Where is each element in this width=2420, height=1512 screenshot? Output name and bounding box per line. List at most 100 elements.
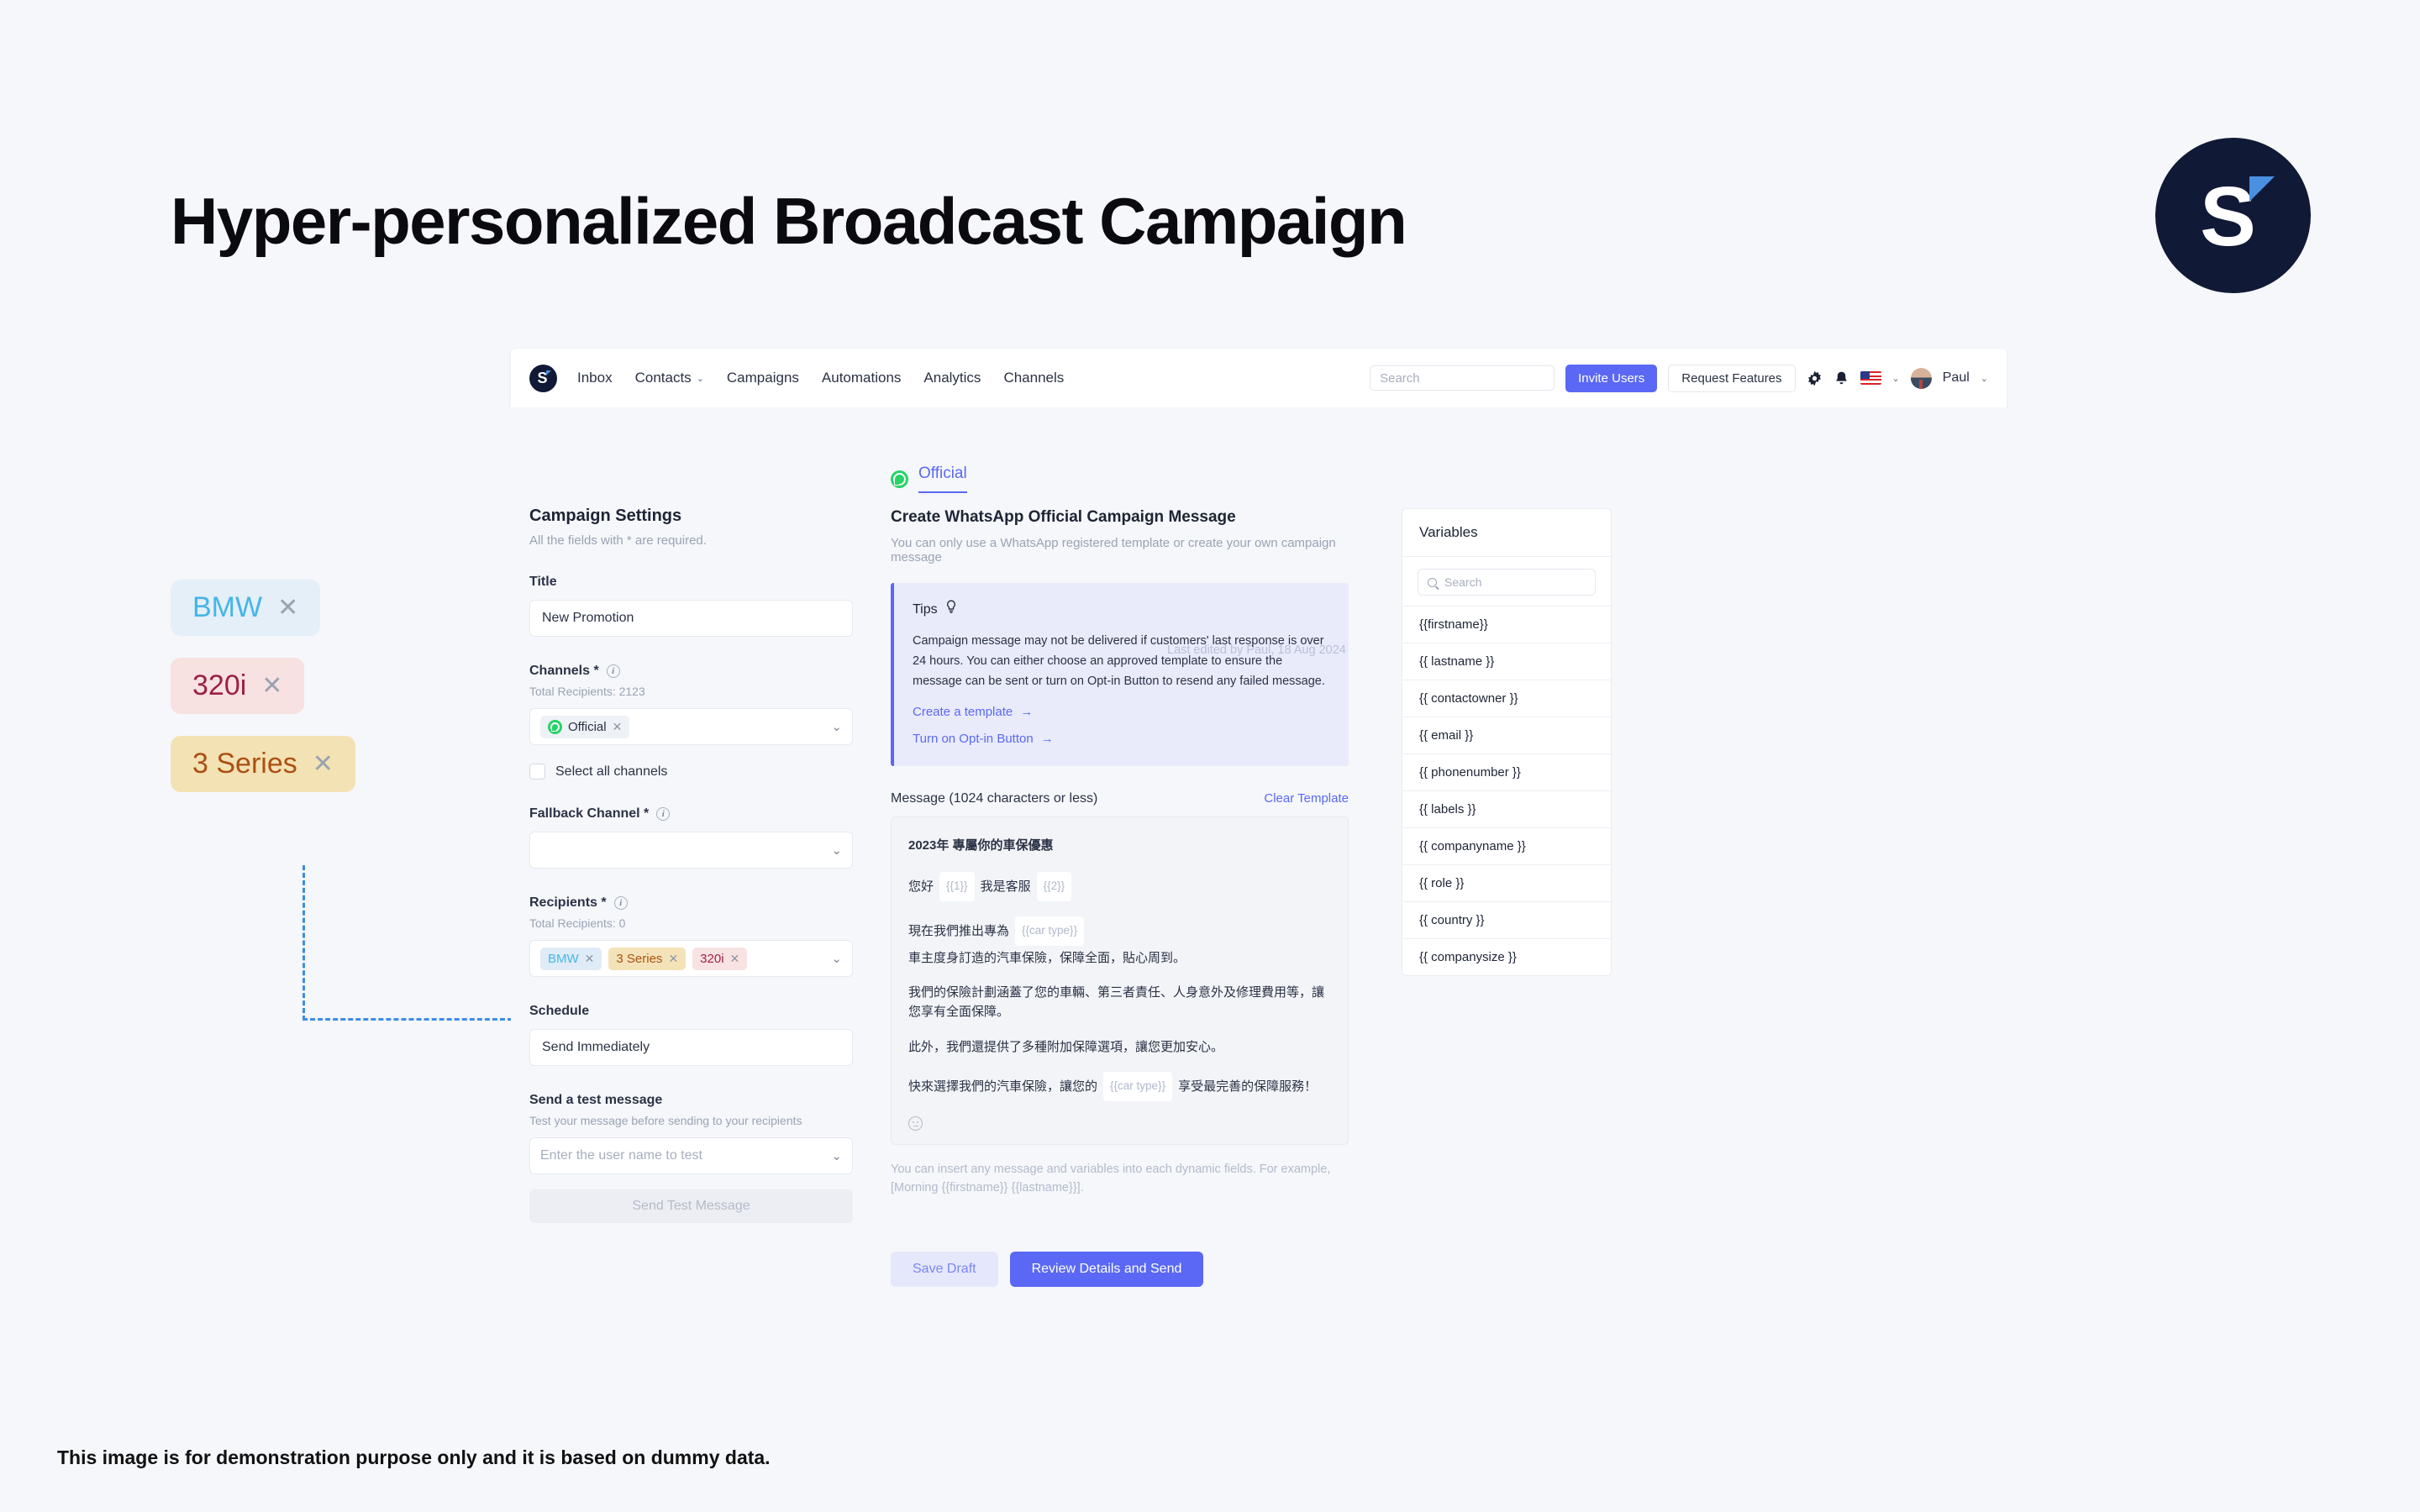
- message-header: Message (1024 characters or less) Clear …: [891, 791, 1349, 806]
- message-line: 我們的保險計劃涵蓋了您的車輛、第三者責任、人身意外及修理費用等，讓您享有全面保障…: [908, 983, 1331, 1022]
- nav-item-analytics[interactable]: Analytics: [923, 370, 981, 386]
- recipient-chip-320i[interactable]: 320i ✕: [692, 947, 748, 970]
- us-flag-icon[interactable]: [1860, 371, 1881, 385]
- variable-row[interactable]: {{ companysize }}: [1402, 938, 1611, 975]
- arrow-right-icon: →: [1040, 731, 1054, 746]
- test-user-placeholder: Enter the user name to test: [540, 1148, 702, 1163]
- variables-search-wrap: Search: [1402, 557, 1611, 606]
- variable-token[interactable]: {{car type}}: [1015, 916, 1085, 946]
- message-text: 我是客服: [980, 879, 1031, 894]
- composer-hint: You can insert any message and variables…: [891, 1162, 1331, 1195]
- nav-label: Automations: [821, 370, 902, 386]
- app-logo-icon[interactable]: S: [529, 364, 557, 392]
- recipient-chip-bmw[interactable]: BMW ✕: [540, 947, 602, 970]
- chevron-down-icon[interactable]: ⌄: [831, 951, 842, 966]
- page-title: Hyper-personalized Broadcast Campaign: [171, 184, 1407, 258]
- select-all-channels-row[interactable]: Select all channels: [529, 764, 853, 780]
- recipient-chip-3series[interactable]: 3 Series ✕: [608, 947, 687, 970]
- close-icon[interactable]: ✕: [261, 673, 282, 699]
- floating-tag-stack: BMW ✕ 320i ✕ 3 Series ✕: [171, 580, 355, 814]
- floating-tag-3series[interactable]: 3 Series ✕: [171, 736, 355, 792]
- close-icon[interactable]: ✕: [277, 595, 298, 621]
- send-test-label: Send a test message: [529, 1093, 853, 1108]
- variables-search-input[interactable]: Search: [1418, 569, 1596, 596]
- chevron-down-icon[interactable]: ⌄: [1892, 373, 1900, 384]
- disclaimer-text: This image is for demonstration purpose …: [57, 1446, 771, 1468]
- whatsapp-icon: [548, 719, 562, 734]
- title-field-label: Title: [529, 575, 853, 590]
- chevron-down-icon[interactable]: ⌄: [831, 719, 842, 734]
- recipients-total: Total Recipients: 0: [529, 916, 626, 930]
- floating-tag-320i[interactable]: 320i ✕: [171, 658, 305, 714]
- select-all-channels-label: Select all channels: [555, 764, 668, 779]
- close-icon[interactable]: ✕: [313, 751, 334, 777]
- floating-tag-label: 3 Series: [192, 748, 297, 780]
- chevron-down-icon[interactable]: ⌄: [1981, 373, 1988, 384]
- emoji-picker-icon[interactable]: [908, 1116, 923, 1131]
- chevron-down-icon[interactable]: ⌄: [831, 843, 842, 858]
- info-icon[interactable]: i: [606, 664, 620, 678]
- close-icon[interactable]: ✕: [668, 952, 678, 966]
- title-input[interactable]: New Promotion: [529, 600, 853, 637]
- send-test-message-button[interactable]: Send Test Message: [529, 1189, 853, 1223]
- recipients-select[interactable]: BMW ✕ 3 Series ✕ 320i ✕ ⌄: [529, 940, 853, 977]
- invite-users-button[interactable]: Invite Users: [1565, 364, 1658, 392]
- variable-token[interactable]: {{car type}}: [1103, 1071, 1173, 1101]
- save-draft-button[interactable]: Save Draft: [891, 1251, 998, 1287]
- chip-label: BMW: [548, 951, 579, 966]
- channel-chip-official[interactable]: Official ✕: [540, 715, 630, 738]
- request-features-button[interactable]: Request Features: [1668, 364, 1796, 392]
- variable-row[interactable]: {{ companyname }}: [1402, 827, 1611, 864]
- variable-row[interactable]: {{ phonenumber }}: [1402, 753, 1611, 790]
- floating-tag-bmw[interactable]: BMW ✕: [171, 580, 321, 636]
- chip-label: 3 Series: [616, 951, 663, 966]
- clear-template-button[interactable]: Clear Template: [1264, 791, 1349, 806]
- nav-item-campaigns[interactable]: Campaigns: [727, 370, 799, 386]
- variable-token[interactable]: {{2}}: [1036, 872, 1072, 901]
- review-and-send-button[interactable]: Review Details and Send: [1009, 1251, 1204, 1287]
- notification-bell-icon[interactable]: [1833, 370, 1849, 386]
- label-text: Fallback Channel *: [529, 806, 650, 821]
- variable-row[interactable]: {{ country }}: [1402, 901, 1611, 938]
- schedule-select[interactable]: Send Immediately: [529, 1029, 853, 1066]
- variable-row[interactable]: {{ contactowner }}: [1402, 680, 1611, 717]
- variable-token[interactable]: {{1}}: [939, 872, 975, 901]
- variable-row[interactable]: {{ email }}: [1402, 717, 1611, 753]
- app-logo-letter: S: [537, 369, 548, 386]
- variable-row[interactable]: {{ lastname }}: [1402, 643, 1611, 680]
- variable-row[interactable]: {{ role }}: [1402, 864, 1611, 901]
- schedule-value: Send Immediately: [542, 1040, 650, 1054]
- message-text: 2023年 專屬你的車保優惠: [908, 837, 1054, 853]
- nav-item-channels[interactable]: Channels: [1003, 370, 1064, 386]
- brand-logo-badge: S: [2155, 138, 2311, 293]
- avatar[interactable]: [1910, 367, 1932, 389]
- global-search-input[interactable]: Search: [1370, 365, 1555, 391]
- info-icon[interactable]: i: [613, 896, 628, 910]
- fallback-channel-select[interactable]: ⌄: [529, 832, 853, 869]
- chevron-down-icon: ⌄: [696, 373, 704, 384]
- variable-row[interactable]: {{firstname}}: [1402, 606, 1611, 643]
- arrow-right-icon: →: [1020, 704, 1034, 719]
- test-user-select[interactable]: Enter the user name to test ⌄: [529, 1137, 853, 1174]
- message-body[interactable]: 2023年 專屬你的車保優惠 您好 {{1}} 我是客服 {{2}} 現在我們推…: [891, 816, 1349, 1145]
- create-template-link[interactable]: Create a template →: [913, 705, 1328, 719]
- nav-item-contacts[interactable]: Contacts ⌄: [635, 370, 704, 386]
- app-window: S Inbox Contacts ⌄ Campaigns Automations: [511, 349, 2007, 1399]
- tab-official[interactable]: Official: [918, 465, 967, 493]
- nav-item-inbox[interactable]: Inbox: [577, 370, 613, 386]
- gear-icon[interactable]: [1807, 370, 1823, 386]
- chevron-down-icon[interactable]: ⌄: [831, 1148, 842, 1163]
- close-icon[interactable]: ✕: [613, 720, 623, 734]
- variables-title: Variables: [1402, 509, 1611, 557]
- nav-item-automations[interactable]: Automations: [822, 370, 902, 386]
- turn-on-optin-link[interactable]: Turn on Opt-in Button →: [913, 732, 1328, 746]
- select-all-channels-checkbox[interactable]: [529, 764, 545, 780]
- variable-row[interactable]: {{ labels }}: [1402, 790, 1611, 827]
- close-icon[interactable]: ✕: [585, 952, 595, 966]
- message-line: 2023年 專屬你的車保優惠: [908, 836, 1331, 855]
- label-text: Channels *: [529, 664, 599, 678]
- info-icon[interactable]: i: [656, 807, 671, 821]
- channels-select[interactable]: Official ✕ ⌄: [529, 708, 853, 745]
- search-placeholder: Search: [1380, 370, 1420, 386]
- close-icon[interactable]: ✕: [730, 952, 740, 966]
